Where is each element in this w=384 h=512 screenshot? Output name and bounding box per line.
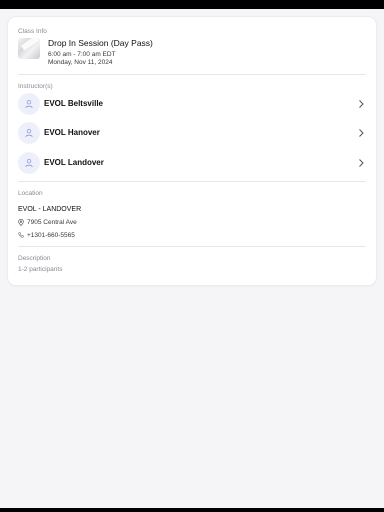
description-title: Description: [18, 255, 51, 262]
instructor-name: EVOL Beltsville: [44, 99, 103, 108]
map-pin-icon: [18, 218, 24, 226]
chevron-right-icon: [359, 159, 364, 167]
instructor-name: EVOL Landover: [44, 158, 104, 167]
description-text: 1-2 participants: [18, 266, 63, 273]
phone-icon: [18, 232, 24, 238]
divider: [18, 181, 366, 182]
address-text: 7905 Central Ave: [27, 218, 77, 226]
divider: [18, 74, 366, 75]
class-thumbnail: [18, 38, 40, 59]
class-name: Drop In Session (Day Pass): [48, 38, 153, 48]
chevron-right-icon: [359, 100, 364, 108]
instructor-name: EVOL Hanover: [44, 128, 100, 137]
class-details-card: Class Info Drop In Session (Day Pass) 6:…: [8, 17, 376, 285]
location-phone[interactable]: +1301-660-5565: [18, 230, 75, 240]
location-name: EVOL - LANDOVER: [18, 206, 82, 213]
instructor-row-beltsville[interactable]: EVOL Beltsville: [18, 93, 366, 115]
class-date: Monday, Nov 11, 2024: [48, 59, 113, 66]
location-address[interactable]: 7905 Central Ave: [18, 217, 77, 227]
status-bar: [0, 0, 384, 9]
class-time: 6:00 am - 7:00 am EDT: [48, 51, 116, 58]
instructor-row-landover[interactable]: EVOL Landover: [18, 152, 366, 174]
person-icon: [18, 152, 40, 174]
home-indicator-bar: [0, 508, 384, 512]
instructors-title: Instructor(s): [18, 83, 53, 90]
class-info-title: Class Info: [18, 28, 47, 35]
person-icon: [18, 122, 40, 144]
divider: [18, 246, 366, 247]
phone-text: +1301-660-5565: [27, 231, 75, 239]
person-icon: [18, 93, 40, 115]
instructor-row-hanover[interactable]: EVOL Hanover: [18, 122, 366, 144]
chevron-right-icon: [359, 129, 364, 137]
location-title: Location: [18, 190, 43, 197]
